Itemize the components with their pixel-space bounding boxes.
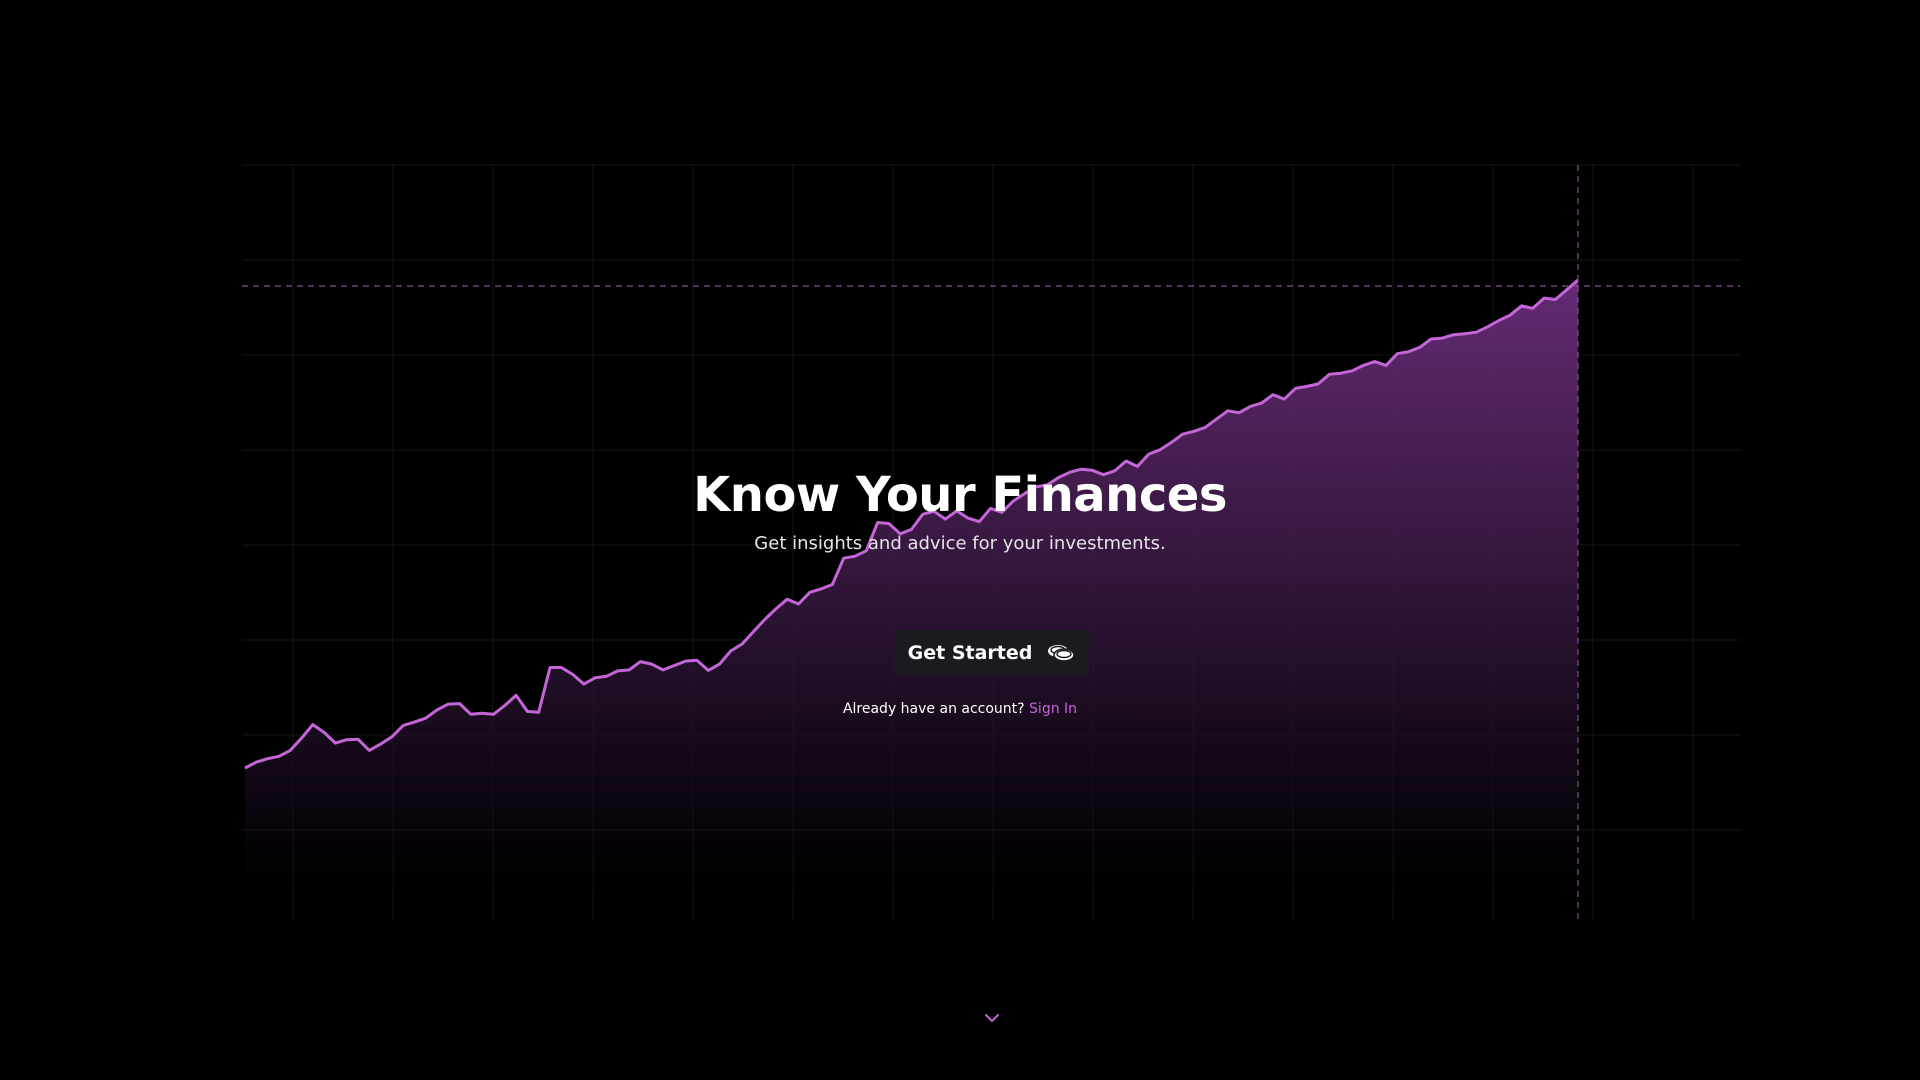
landing-page: Know Your Finances Get insights and advi… [0,0,1920,1080]
signin-link[interactable]: Sign In [1029,701,1077,717]
get-started-button[interactable]: Get Started [895,630,1089,675]
chart-series [244,278,1579,920]
background-area-chart [242,164,1740,920]
get-started-label: Get Started [907,641,1033,664]
signin-prompt: Already have an account? Sign In [0,700,1920,718]
signin-prompt-text: Already have an account? [842,701,1025,717]
coins-icon [1046,642,1076,664]
chevron-down-icon[interactable] [982,1010,1002,1026]
series-area-fill [245,280,1578,920]
